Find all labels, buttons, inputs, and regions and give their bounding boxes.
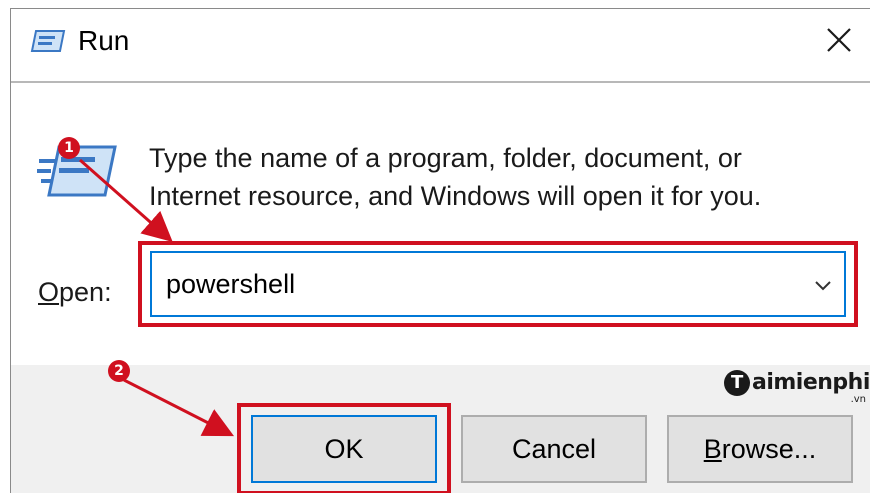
- watermark-logo: T aimienphi .vn: [724, 364, 870, 410]
- title-bar: Run: [11, 9, 870, 77]
- step-marker-1: 1: [58, 137, 80, 159]
- window-title: Run: [78, 25, 130, 56]
- dialog-description: Type the name of a program, folder, docu…: [149, 143, 762, 211]
- browse-button[interactable]: Browse...: [667, 415, 853, 483]
- screenshot-root: Run Type the name of a program, folder, …: [0, 0, 870, 493]
- run-dialog-icon: [30, 27, 66, 55]
- run-dialog: Run Type the name of a program, folder, …: [10, 8, 870, 493]
- watermark-letter: T: [731, 372, 744, 393]
- watermark-logo-icon: T: [724, 370, 750, 396]
- browse-mnemonic: B: [703, 434, 722, 464]
- open-label-text: pen:: [59, 277, 112, 307]
- browse-label: rowse...: [721, 434, 817, 464]
- open-label-mnemonic: O: [38, 277, 60, 307]
- watermark-text: aimienphi: [752, 370, 870, 395]
- close-icon: [827, 28, 851, 52]
- open-label: Open:: [38, 277, 112, 308]
- dialog-body: Type the name of a program, folder, docu…: [11, 83, 870, 373]
- step-marker-2: 2: [108, 360, 130, 382]
- chevron-down-icon[interactable]: [812, 275, 834, 295]
- open-combobox[interactable]: powershell: [150, 251, 846, 317]
- close-button[interactable]: [810, 9, 870, 71]
- cancel-button[interactable]: Cancel: [461, 415, 647, 483]
- ok-button[interactable]: OK: [251, 415, 437, 483]
- watermark-sub: .vn: [850, 394, 866, 405]
- open-input[interactable]: powershell: [166, 269, 295, 300]
